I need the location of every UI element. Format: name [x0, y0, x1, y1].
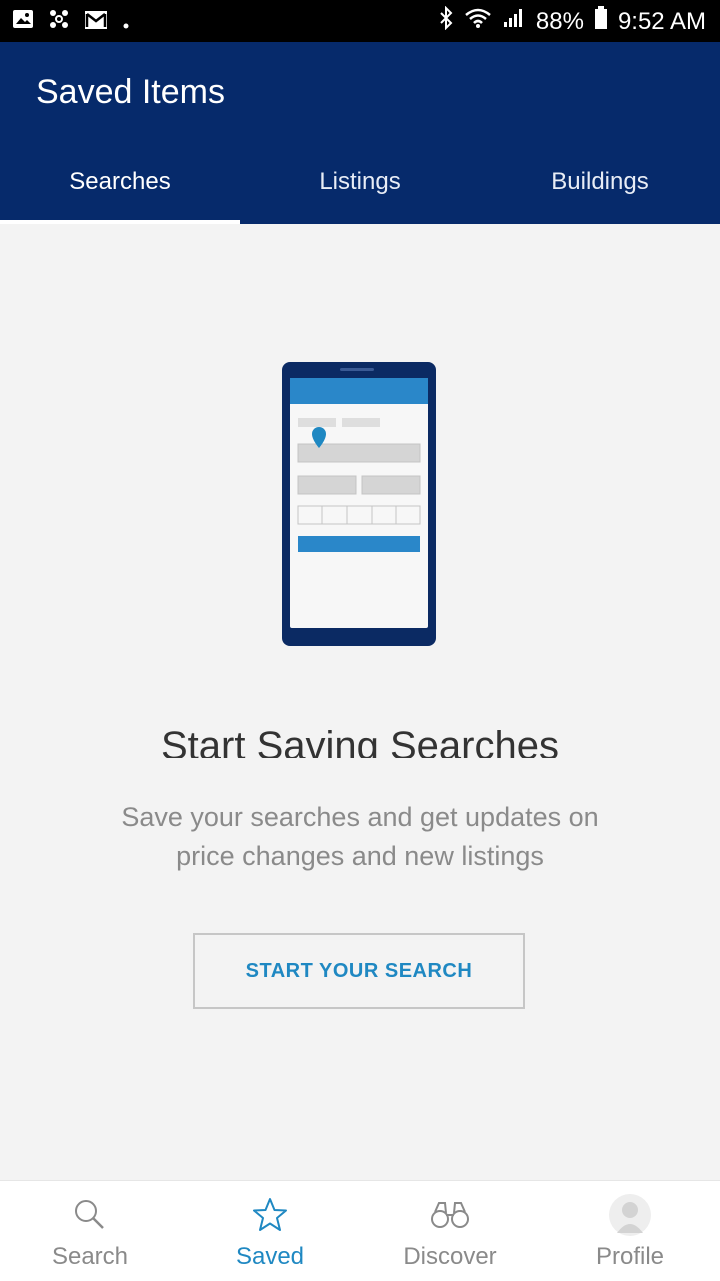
- bottom-nav: Search Saved Discover Profile: [0, 1180, 720, 1281]
- button-label: START YOUR SEARCH: [245, 959, 473, 982]
- tab-label: Searches: [69, 168, 171, 195]
- tab-listings[interactable]: Listings: [240, 140, 480, 224]
- pinwheel-icon: [48, 8, 70, 37]
- signal-icon: [502, 7, 526, 36]
- tab-buildings[interactable]: Buildings: [480, 140, 720, 224]
- dot-icon: [122, 9, 130, 37]
- clock: 9:52 AM: [617, 7, 706, 35]
- tab-searches[interactable]: Searches: [0, 140, 240, 224]
- image-icon: [12, 8, 34, 37]
- nav-discover[interactable]: Discover: [360, 1181, 540, 1281]
- tab-bar: Searches Listings Buildings: [0, 140, 720, 224]
- start-your-search-button[interactable]: START YOUR SEARCH: [193, 933, 525, 1009]
- star-icon: [251, 1195, 289, 1235]
- gmail-icon: [84, 9, 108, 37]
- nav-label: Profile: [595, 1243, 665, 1270]
- nav-label: Saved: [235, 1243, 305, 1270]
- tab-label: Listings: [319, 168, 401, 195]
- tab-label: Buildings: [551, 168, 649, 195]
- wifi-icon: [464, 7, 492, 36]
- empty-state-description: Save your searches and get updates on pr…: [121, 802, 599, 871]
- nav-label: Search: [51, 1243, 129, 1270]
- nav-profile[interactable]: Profile: [540, 1181, 720, 1281]
- nav-saved[interactable]: Saved: [180, 1181, 360, 1281]
- binoculars-icon: [429, 1195, 471, 1235]
- phone-search-illustration: [280, 360, 440, 655]
- bluetooth-icon: [438, 5, 454, 37]
- nav-search[interactable]: Search: [0, 1181, 180, 1281]
- profile-icon: [608, 1194, 652, 1236]
- page-title: Saved Items: [36, 73, 225, 111]
- empty-state-title: Start Saving Searches: [161, 724, 559, 758]
- nav-label: Discover: [403, 1243, 497, 1270]
- empty-state: Start Saving Searches Save your searches…: [0, 224, 720, 1180]
- battery-icon: [594, 6, 608, 37]
- battery-percent: 88%: [535, 7, 584, 35]
- search-icon: [72, 1195, 108, 1235]
- status-bar: 88% 9:52 AM: [0, 0, 720, 42]
- app-header: Saved Items Searches Listings Buildings: [0, 42, 720, 224]
